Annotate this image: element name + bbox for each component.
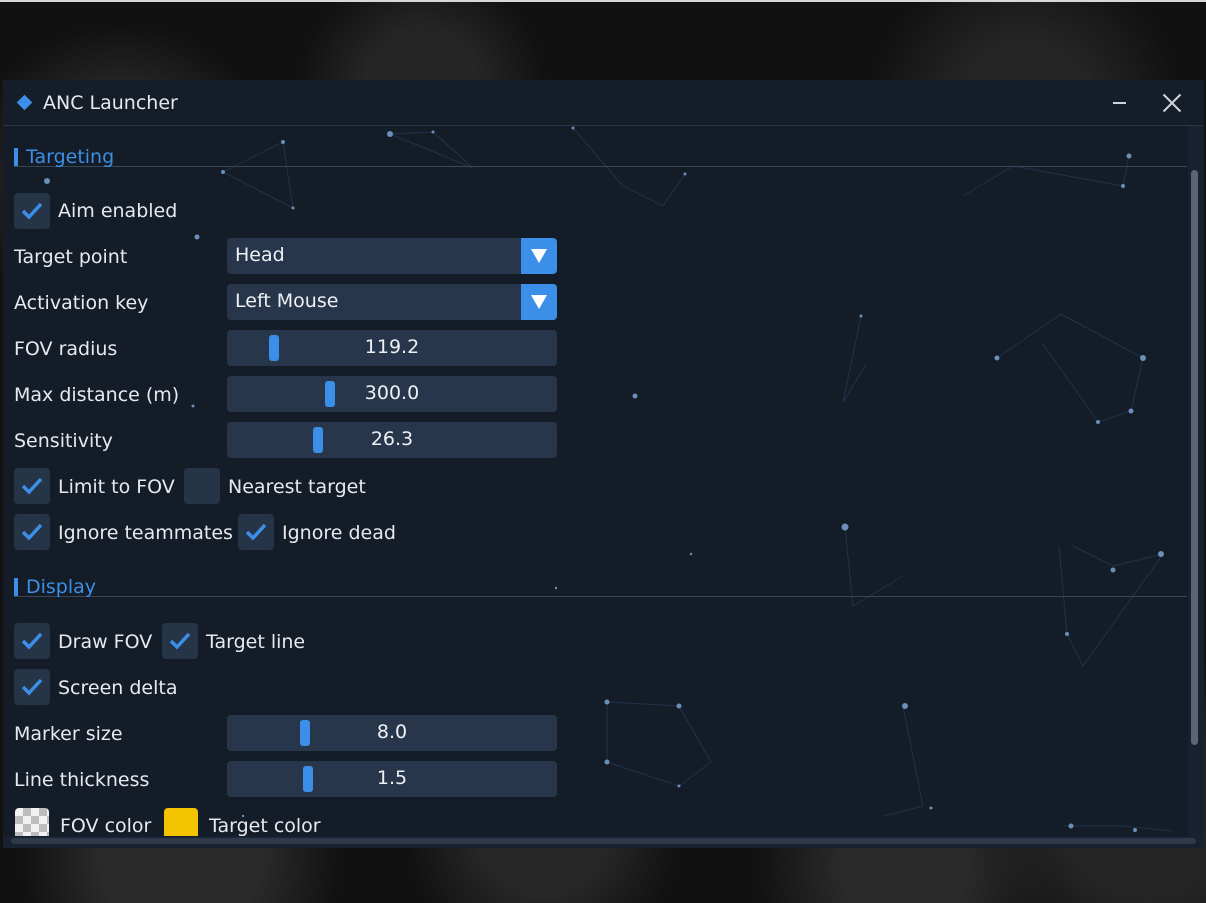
activation-key-value: Left Mouse — [235, 290, 339, 312]
draw-fov-label: Draw FOV — [58, 631, 153, 653]
section-title-targeting: Targeting — [26, 146, 115, 168]
target-color-swatch[interactable] — [164, 808, 198, 836]
section-accent-bar — [14, 148, 18, 166]
top-edge-line — [0, 0, 1206, 2]
aim-enabled-label: Aim enabled — [58, 200, 178, 222]
ignore-dead-checkbox[interactable] — [238, 514, 274, 550]
screen-delta-label: Screen delta — [58, 677, 178, 699]
fov-radius-label: FOV radius — [14, 338, 118, 360]
fov-color-swatch[interactable] — [15, 808, 49, 836]
section-title-display: Display — [26, 576, 97, 598]
checkmark-icon — [21, 678, 43, 696]
limit-to-fov-label: Limit to FOV — [58, 476, 175, 498]
target-line-label: Target line — [206, 631, 306, 653]
max-distance-value: 300.0 — [364, 382, 420, 404]
activation-key-label: Activation key — [14, 292, 149, 314]
window-title: ANC Launcher — [43, 92, 178, 114]
checkmark-icon — [245, 523, 267, 541]
section-header-targeting[interactable]: Targeting — [14, 126, 1187, 168]
scrollbar-thumb[interactable] — [1191, 170, 1198, 745]
nearest-target-checkbox[interactable] — [184, 468, 220, 504]
section-accent-bar — [14, 578, 18, 596]
checkmark-icon — [21, 202, 43, 220]
launcher-window: ANC Launcher Targeting Aim enabled Targe… — [3, 80, 1204, 848]
close-button[interactable] — [1159, 90, 1185, 116]
nearest-target-label: Nearest target — [228, 476, 366, 498]
screen-delta-checkbox[interactable] — [14, 669, 50, 705]
checkmark-icon — [21, 632, 43, 650]
checkmark-icon — [21, 523, 43, 541]
target-line-checkbox[interactable] — [162, 623, 198, 659]
line-thickness-label: Line thickness — [14, 769, 150, 791]
checkmark-icon — [21, 477, 43, 495]
sensitivity-label: Sensitivity — [14, 430, 113, 452]
target-point-value: Head — [235, 244, 285, 266]
vertical-scrollbar[interactable] — [1188, 126, 1204, 836]
line-thickness-value: 1.5 — [376, 767, 408, 789]
max-distance-label: Max distance (m) — [14, 384, 180, 406]
aim-enabled-checkbox[interactable] — [14, 193, 50, 229]
ignore-teammates-label: Ignore teammates — [58, 522, 233, 544]
sensitivity-value: 26.3 — [370, 428, 414, 450]
ignore-teammates-checkbox[interactable] — [14, 514, 50, 550]
target-point-dropdown[interactable]: Head — [227, 238, 557, 274]
line-thickness-slider[interactable]: 1.5 — [227, 761, 557, 797]
checkmark-icon — [169, 632, 191, 650]
settings-panel: Targeting Aim enabled Target point Head … — [3, 126, 1204, 836]
diamond-icon — [16, 94, 33, 111]
max-distance-slider[interactable]: 300.0 — [227, 376, 557, 412]
limit-to-fov-checkbox[interactable] — [14, 468, 50, 504]
sensitivity-slider[interactable]: 26.3 — [227, 422, 557, 458]
minimize-button[interactable] — [1107, 90, 1133, 116]
activation-key-dropdown[interactable]: Left Mouse — [227, 284, 557, 320]
marker-size-label: Marker size — [14, 723, 123, 745]
target-point-label: Target point — [14, 246, 128, 268]
title-bar: ANC Launcher — [3, 80, 1204, 126]
fov-color-label: FOV color — [60, 815, 152, 836]
chevron-down-icon[interactable] — [521, 284, 557, 320]
marker-size-value: 8.0 — [376, 721, 408, 743]
marker-size-slider[interactable]: 8.0 — [227, 715, 557, 751]
fov-radius-slider[interactable]: 119.2 — [227, 330, 557, 366]
scrollbar-thumb[interactable] — [11, 838, 1196, 844]
target-color-label: Target color — [209, 815, 321, 836]
draw-fov-checkbox[interactable] — [14, 623, 50, 659]
fov-radius-value: 119.2 — [364, 336, 420, 358]
horizontal-scrollbar[interactable] — [3, 836, 1204, 848]
section-header-display[interactable]: Display — [14, 556, 1187, 598]
ignore-dead-label: Ignore dead — [282, 522, 396, 544]
chevron-down-icon[interactable] — [521, 238, 557, 274]
